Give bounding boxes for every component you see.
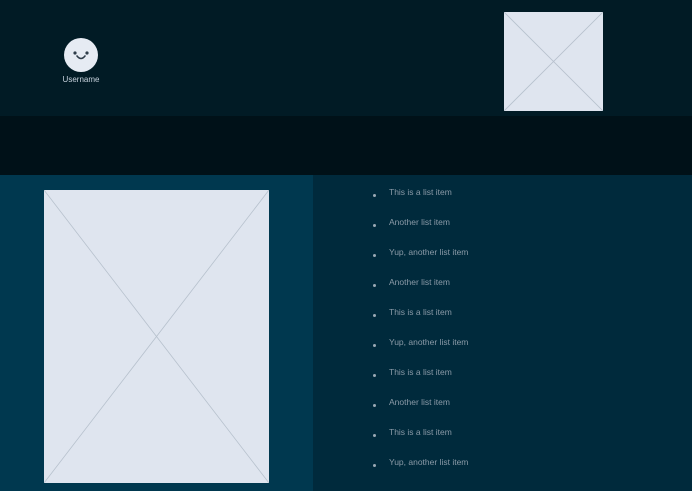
user-profile[interactable]: Username [58,38,104,84]
list-item-label: This is a list item [389,367,452,377]
bullet-icon [373,194,376,197]
list-item: Yup, another list item [373,457,468,487]
list-item-label: Yup, another list item [389,457,469,467]
bullet-icon [373,284,376,287]
list-item-label: Another list item [389,397,450,407]
image-placeholder-icon [44,190,269,483]
list-item-label: Yup, another list item [389,247,469,257]
bullet-icon [373,434,376,437]
bullet-icon [373,224,376,227]
bullet-icon [373,344,376,347]
bullet-icon [373,314,376,317]
list-item-label: This is a list item [389,427,452,437]
avatar[interactable] [64,38,98,72]
list-item: This is a list item [373,367,468,397]
main-image-placeholder [44,190,269,483]
list-item-label: Yup, another list item [389,337,469,347]
list-item: Yup, another list item [373,247,468,277]
list-item-label: This is a list item [389,307,452,317]
list-item-label: Another list item [389,217,450,227]
header-image-placeholder [504,12,603,111]
item-list: This is a list item Another list item Yu… [373,187,468,487]
bullet-icon [373,374,376,377]
right-panel: This is a list item Another list item Yu… [313,175,692,491]
left-panel [0,175,313,491]
list-item: This is a list item [373,427,468,457]
smiley-face-icon [73,51,89,60]
header: Username [0,0,692,116]
bullet-icon [373,404,376,407]
list-item: Another list item [373,277,468,307]
bullet-icon [373,254,376,257]
bullet-icon [373,464,376,467]
list-item-label: Another list item [389,277,450,287]
list-item: Another list item [373,217,468,247]
list-item-label: This is a list item [389,187,452,197]
list-item: Yup, another list item [373,337,468,367]
list-item: This is a list item [373,307,468,337]
list-item: Another list item [373,397,468,427]
nav-band [0,116,692,175]
list-item: This is a list item [373,187,468,217]
image-placeholder-icon [504,12,603,111]
username-label: Username [62,75,100,84]
